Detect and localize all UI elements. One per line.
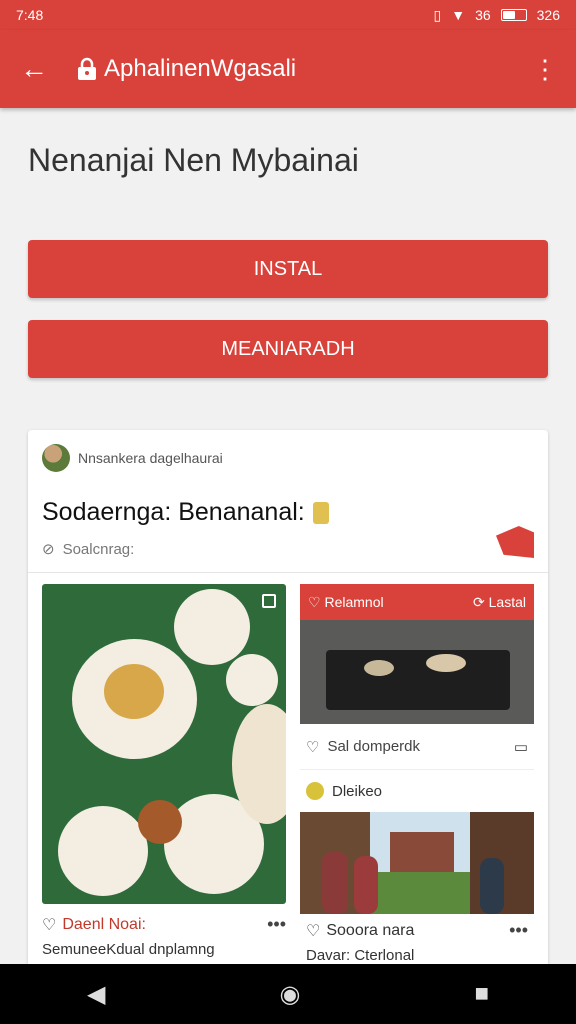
heart-icon[interactable]: ♡ [42,915,56,935]
recents-square-icon[interactable]: ■ [474,980,489,1008]
secondary-button[interactable]: MEANIARADH [28,320,548,378]
category-icon [306,782,324,800]
right-header: ♡ Relamnol ⟳ Lastal [300,584,534,620]
overflow-menu-icon[interactable]: ⋮ [532,56,558,82]
card-title: Sodaernga: Benananal: [42,498,329,527]
more-icon[interactable]: ••• [267,914,286,935]
card-meta: ⊘ Soalcnrag: [42,540,135,559]
book-icon[interactable]: ▭ [514,738,528,756]
food-name: Daenl Noai: [62,915,146,933]
more-icon[interactable]: ••• [509,920,528,941]
author-name: Nnsankera dagelhaurai [78,450,223,466]
battery-text: 326 [536,7,560,23]
divider [28,572,548,573]
status-icons: ▯ ▼ 36 326 [433,7,560,24]
bookmark-icon[interactable] [262,594,276,608]
tag-icon [312,501,329,524]
likes-row: ♡ Sal domperdk ▭ [300,724,534,770]
sim-icon: ▯ [433,6,442,23]
category-text: Dleikeo [332,782,383,800]
header-left-text: Relamnol [324,593,384,610]
people-photo[interactable] [300,812,534,914]
back-arrow-icon[interactable]: ← [20,53,60,85]
food-image[interactable] [42,584,286,904]
avatar [42,444,70,472]
food-footer: ♡ Daenl Noai: ••• SemuneeKdual dnplamng [42,908,286,970]
refresh-icon[interactable]: ⟳ [473,594,485,610]
right-column: ♡ Relamnol ⟳ Lastal ♡ Sal domperdk ▭ Dle… [300,584,534,970]
item-name: Sooora nara [326,921,415,939]
install-button[interactable]: INSTAL [28,240,548,298]
heart-icon[interactable]: ♡ [306,738,319,756]
heart-icon[interactable]: ♡ [306,921,320,941]
status-time: 7:48 [16,7,44,23]
page-title: Nenanjai Nen Mybainai [28,142,359,178]
badge-icon[interactable] [496,526,534,558]
header-right-text: Lastal [488,593,526,610]
signal-text: 36 [475,7,491,23]
app-bar: ← AphalinenWgasali ⋮ [0,30,576,108]
header-right: ⟳ Lastal [473,594,526,611]
app-title: AphalinenWgasali [104,55,297,82]
right-footer: ♡ Sooora nara ••• Davar: Cterlonal [300,920,534,970]
system-nav-bar: ◀ ◉ ■ [0,964,576,1024]
grill-image[interactable] [300,620,534,724]
content-card[interactable]: Nnsankera dagelhaurai Sodaernga: Benanan… [28,430,548,970]
category-label: Dleikeo [300,770,534,812]
card-author: Nnsankera dagelhaurai [42,444,223,472]
lock-icon [78,57,96,80]
battery-icon [500,9,527,21]
back-triangle-icon[interactable]: ◀ [87,980,105,1009]
home-circle-icon[interactable]: ◉ [279,980,300,1009]
heart-outline-icon[interactable]: ♡ [308,594,321,610]
card-meta-text: Soalcnrag: [62,540,135,558]
header-left: ♡ Relamnol [308,594,384,611]
item-desc: Davar: Cterlonal [306,947,415,964]
status-bar: 7:48 ▯ ▼ 36 326 [0,0,576,30]
circle-slash-icon: ⊘ [42,541,55,558]
likes-text: Sal domperdk [327,738,421,755]
card-title-text: Sodaernga: Benananal: [42,498,305,526]
food-desc: SemuneeKdual dnplamng [42,941,215,958]
wifi-icon: ▼ [451,7,466,23]
